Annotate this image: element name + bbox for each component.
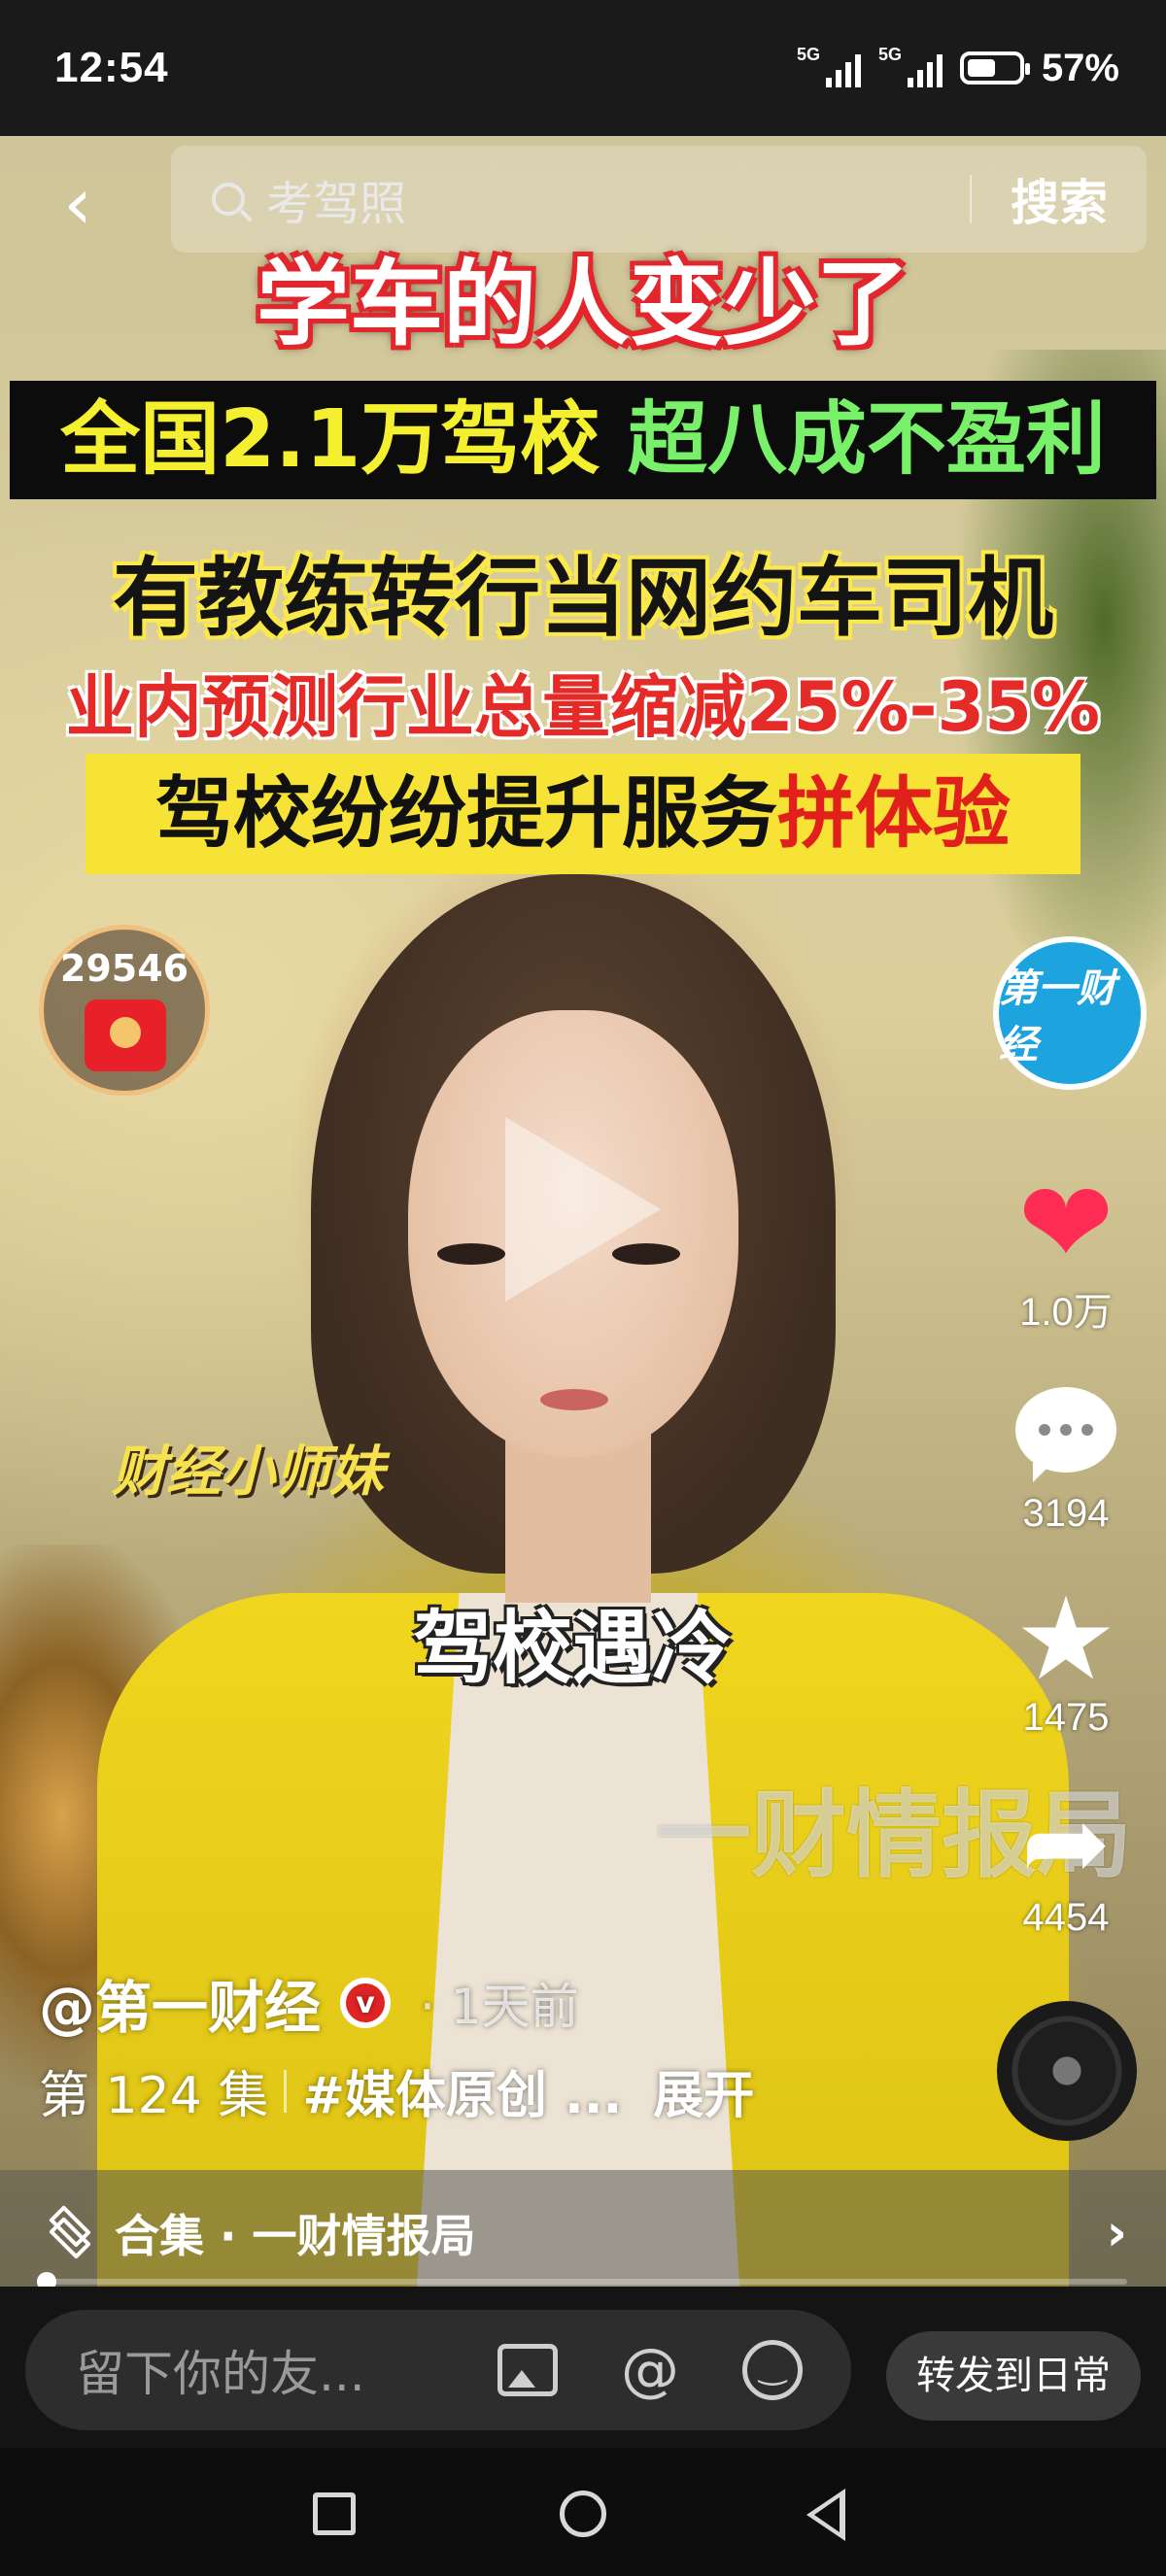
star-icon: ★: [1014, 1572, 1117, 1706]
desc-divider: [284, 2069, 288, 2113]
verified-badge-icon: v: [340, 1978, 392, 2028]
author-avatar[interactable]: 第一财经: [993, 936, 1147, 1090]
red-envelope-icon: [85, 1000, 166, 1071]
presenter-tag: 财经小师妹: [112, 1441, 384, 1504]
share-button[interactable]: ➦ 4454: [983, 1789, 1149, 1940]
signal-label: 5G: [796, 45, 820, 64]
back-nav-icon[interactable]: [806, 2489, 845, 2541]
play-icon[interactable]: [505, 1117, 661, 1302]
at-icon[interactable]: @: [606, 2326, 694, 2414]
signal-label-2: 5G: [877, 45, 902, 64]
comment-bubble-icon: [1015, 1387, 1116, 1482]
verified-badge-letter: v: [346, 1983, 386, 2022]
status-icons: 5G 5G 57%: [797, 45, 1119, 90]
video-progress-bar[interactable]: [37, 2272, 1127, 2291]
post-time: · 1天前: [420, 1979, 579, 2035]
comment-count: 3194: [1022, 1492, 1110, 1535]
headline-2b: 超八成不盈利: [627, 393, 1106, 486]
comment-placeholder: 留下你的友...: [76, 2346, 365, 2402]
status-time: 12:54: [54, 44, 169, 91]
music-disc-icon[interactable]: [997, 2001, 1137, 2141]
share-arrow-icon: ➦: [1020, 1780, 1112, 1905]
share-count: 4454: [1022, 1896, 1110, 1939]
battery-fill: [967, 59, 996, 77]
battery-percent: 57%: [1041, 46, 1119, 89]
hashtag-link[interactable]: #媒体原创 ...: [302, 2054, 622, 2127]
home-icon[interactable]: [560, 2491, 606, 2537]
headline-5: 驾校纷纷提升服务拼体验: [86, 754, 1080, 874]
forward-to-daily-button[interactable]: 转发到日常: [886, 2331, 1141, 2421]
video-subtitle: 驾校遇冷: [413, 1603, 733, 1695]
search-button[interactable]: 搜索: [972, 164, 1147, 234]
expand-button[interactable]: 展开: [653, 2054, 754, 2127]
headline-4: 业内预测行业总量缩减25%-35%: [65, 667, 1101, 747]
heart-icon: ❤: [1017, 1156, 1115, 1290]
battery-icon: [959, 51, 1030, 85]
headline-1: 学车的人变少了: [257, 250, 909, 358]
headline-5a: 驾校纷纷提升服务: [155, 768, 777, 859]
like-count: 1.0万: [1019, 1291, 1113, 1334]
red-packet-count: 29546: [59, 947, 189, 990]
presenter-lips: [540, 1389, 608, 1410]
search-icon: [212, 183, 245, 216]
collection-label: 合集 · 一财情报局: [115, 2210, 476, 2262]
search-input[interactable]: 考驾照: [266, 165, 970, 233]
episode-number: 第 124 集: [39, 2067, 269, 2125]
comment-button[interactable]: 3194: [983, 1387, 1149, 1536]
status-bar: 12:54 5G 5G 57%: [0, 0, 1166, 136]
chevron-right-icon: ›: [1106, 2204, 1127, 2262]
video-description: 第 124 集 #媒体原创 ... 展开: [39, 2054, 754, 2127]
collection-bar[interactable]: 合集 · 一财情报局 ›: [0, 2170, 1166, 2296]
headline-2a: 全国2.1万驾校: [60, 393, 600, 486]
favorite-count: 1475: [1022, 1696, 1110, 1739]
like-button[interactable]: ❤ 1.0万: [983, 1166, 1149, 1337]
presenter-eye-left: [437, 1243, 505, 1265]
system-nav-bar: [0, 2448, 1166, 2576]
headline-3: 有教练转行当网约车司机: [112, 548, 1053, 648]
signal-5g-icon: 5G: [797, 45, 861, 87]
recents-icon[interactable]: [313, 2492, 356, 2535]
comment-input[interactable]: 留下你的友... @ ‿: [25, 2310, 851, 2430]
author-line: @第一财经 v · 1天前: [39, 1962, 579, 2044]
author-name[interactable]: @第一财经: [39, 1962, 321, 2044]
favorite-button[interactable]: ★ 1475: [983, 1581, 1149, 1740]
red-packet-timer[interactable]: 29546: [39, 925, 210, 1096]
layers-icon: [47, 2205, 91, 2259]
comment-bar: 留下你的友... @ ‿ 转发到日常: [0, 2287, 1166, 2448]
headline-2: 全国2.1万驾校 超八成不盈利: [10, 381, 1156, 499]
image-icon[interactable]: [484, 2326, 571, 2414]
emoji-icon[interactable]: ‿: [729, 2326, 816, 2414]
signal-5g-icon-2: 5G: [878, 45, 943, 87]
headline-5b: 拼体验: [777, 768, 1011, 859]
